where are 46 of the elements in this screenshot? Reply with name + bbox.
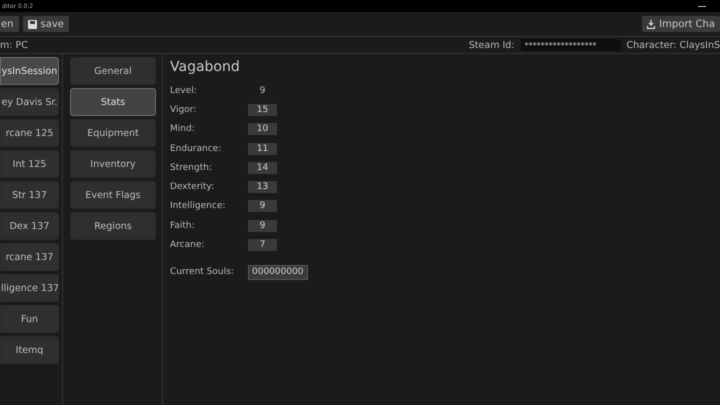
class-name: Vagabond: [170, 59, 241, 75]
tab[interactable]: Inventory: [70, 150, 156, 178]
stat-field[interactable]: 13: [248, 181, 277, 194]
stat-value: 9: [258, 86, 266, 96]
character-button[interactable]: rcane 125: [0, 119, 59, 147]
character-button[interactable]: ey Davis Sr.: [0, 88, 59, 116]
character-button[interactable]: Fun: [0, 305, 59, 333]
save-icon: [28, 20, 36, 28]
tab[interactable]: Equipment: [70, 119, 156, 147]
stat-field[interactable]: 15: [248, 104, 277, 116]
stat-field[interactable]: 11: [248, 142, 277, 155]
character-button[interactable]: Dex 137: [0, 212, 59, 240]
character-button[interactable]: Itemq: [0, 336, 59, 364]
steam-id-label: Steam Id:: [468, 40, 515, 50]
character-button[interactable]: lligence 137: [0, 274, 59, 302]
character-button[interactable]: ysInSession: [0, 57, 59, 85]
character-button[interactable]: rcane 137: [0, 243, 59, 271]
character-button[interactable]: Int 125: [0, 150, 59, 178]
toolbar-button[interactable]: en: [0, 16, 18, 32]
stat-label: Mind:: [170, 124, 196, 134]
stat-label: Level:: [170, 86, 198, 96]
stat-label: Strength:: [170, 162, 213, 173]
stat-label: Dexterity:: [170, 182, 216, 192]
stat-label: Faith:: [170, 220, 196, 231]
stat-label: Arcane:: [170, 240, 206, 250]
stat-field[interactable]: 10: [248, 123, 277, 136]
download-icon: [647, 20, 656, 28]
character-button[interactable]: Str 137: [0, 181, 59, 209]
steam-id-field[interactable]: ******************: [520, 39, 621, 51]
tab[interactable]: General: [70, 57, 156, 85]
tab[interactable]: Stats: [70, 88, 156, 116]
save-button[interactable]: save: [22, 16, 69, 32]
stat-label: Vigor:: [170, 104, 198, 115]
stat-field[interactable]: 9: [248, 200, 277, 212]
platform-label: m: PC: [0, 40, 28, 50]
souls-label: Current Souls:: [170, 267, 235, 278]
tab[interactable]: Event Flags: [70, 181, 156, 209]
stat-field[interactable]: 14: [248, 162, 277, 174]
character-label: Character: ClaysInS: [626, 40, 720, 50]
tab[interactable]: Regions: [70, 212, 156, 240]
stat-field[interactable]: 7: [248, 239, 277, 252]
stat-field[interactable]: 9: [248, 220, 277, 232]
souls-field[interactable]: 000000000: [248, 264, 308, 280]
import-button[interactable]: Import Cha: [642, 16, 720, 32]
stat-label: Endurance:: [170, 144, 222, 154]
stat-label: Intelligence:: [170, 201, 226, 212]
